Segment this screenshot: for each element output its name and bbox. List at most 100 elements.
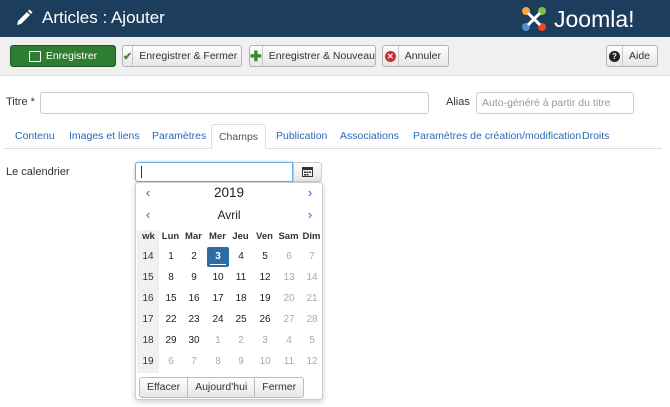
text-caret	[141, 166, 142, 178]
save-label: Enregistrer	[45, 50, 98, 62]
check-icon: ✔	[123, 46, 134, 66]
year-row: ‹ 2019 ›	[136, 183, 322, 203]
alias-input[interactable]: Auto-généré à partir du titre	[476, 92, 634, 114]
tab-droits[interactable]: Droits	[582, 124, 609, 149]
calendar-day[interactable]: 10	[254, 352, 276, 372]
tab-champs[interactable]: Champs	[211, 124, 266, 149]
tab-bar: Contenu Images et liens Paramètres Champ…	[4, 124, 662, 149]
calendar-day[interactable]: 6	[160, 352, 182, 372]
next-month-button[interactable]: ›	[300, 205, 320, 225]
tab-contenu[interactable]: Contenu	[15, 124, 55, 149]
tab-parametres[interactable]: Paramètres	[152, 124, 206, 149]
save-close-label: Enregistrer & Fermer	[139, 50, 238, 62]
day-header: wk	[142, 231, 155, 242]
calendar-day[interactable]: 1	[160, 247, 182, 267]
calendar-day[interactable]: 29	[160, 331, 182, 351]
save-close-button[interactable]: ✔ Enregistrer & Fermer	[122, 45, 242, 67]
question-icon: ?	[608, 50, 620, 62]
tab-publication[interactable]: Publication	[276, 124, 327, 149]
calendar-day[interactable]: 4	[278, 331, 300, 351]
calendar-day[interactable]: 5	[254, 247, 276, 267]
week-number: 16	[142, 293, 154, 304]
calendar-day[interactable]: 9	[183, 268, 205, 288]
calendar-day[interactable]: 25	[230, 310, 252, 330]
calendar-icon	[302, 167, 313, 177]
pencil-icon	[17, 9, 33, 25]
prev-month-button[interactable]: ‹	[138, 205, 158, 225]
calendar-toggle-button[interactable]	[293, 162, 322, 182]
cancel-label: Annuler	[404, 50, 441, 62]
calendar-footer: Effacer Aujourd'hui Fermer	[139, 377, 305, 398]
close-button[interactable]: Fermer	[254, 377, 305, 398]
calendar-day[interactable]: 8	[207, 352, 229, 372]
tab-images-liens[interactable]: Images et liens	[69, 124, 140, 149]
calendar-day[interactable]: 5	[301, 331, 323, 351]
next-year-button[interactable]: ›	[300, 183, 320, 203]
week-number: 15	[142, 272, 154, 283]
cancel-icon: ✕	[384, 50, 396, 62]
calendar-day[interactable]: 4	[230, 247, 252, 267]
plus-icon: ✚	[250, 46, 263, 66]
calendar-day[interactable]: 11	[278, 352, 300, 372]
calendar-day[interactable]: 7	[301, 247, 323, 267]
calendar-day[interactable]: 16	[183, 289, 205, 309]
save-button[interactable]: Enregistrer	[10, 45, 116, 67]
calendar-day[interactable]: 28	[301, 310, 323, 330]
calendar-day[interactable]: 12	[254, 268, 276, 288]
calendar-day[interactable]: 22	[160, 310, 182, 330]
calendar-day[interactable]: 15	[160, 289, 182, 309]
week-number: 14	[142, 251, 154, 262]
day-header: Sam	[278, 231, 299, 242]
calendar-day[interactable]: 3	[207, 247, 229, 267]
calendar-day[interactable]: 24	[207, 310, 229, 330]
today-button[interactable]: Aujourd'hui	[187, 377, 256, 398]
calendar-day[interactable]: 6	[278, 247, 300, 267]
calendar-popup: ‹ 2019 › ‹ Avril › wk Lun Mar Mer Jeu Ven Sam D…	[135, 182, 323, 400]
calendar-day[interactable]: 9	[230, 352, 252, 372]
header-bar: Articles : Ajouter Joomla!	[0, 0, 670, 37]
calendar-field-label: Le calendrier	[6, 166, 70, 178]
calendar-day[interactable]: 17	[207, 289, 229, 309]
week-number: 19	[142, 356, 154, 367]
day-header: Mer	[209, 231, 226, 242]
help-button[interactable]: ? Aide	[606, 45, 658, 67]
calendar-input[interactable]	[135, 162, 293, 182]
joomla-logo-icon	[522, 7, 546, 31]
day-header: Ven	[256, 231, 273, 242]
calendar-day[interactable]: 19	[254, 289, 276, 309]
tab-parametres-creation[interactable]: Paramètres de création/modification	[413, 124, 581, 149]
calendar-day[interactable]: 30	[183, 331, 205, 351]
calendar-day[interactable]: 27	[278, 310, 300, 330]
calendar-day[interactable]: 12	[301, 352, 323, 372]
calendar-day[interactable]: 20	[278, 289, 300, 309]
calendar-day[interactable]: 18	[230, 289, 252, 309]
prev-year-button[interactable]: ‹	[138, 183, 158, 203]
save-icon	[28, 50, 41, 62]
tab-associations[interactable]: Associations	[340, 124, 399, 149]
calendar-day[interactable]: 8	[160, 268, 182, 288]
day-header: Jeu	[232, 231, 249, 242]
alias-label: Alias	[446, 96, 470, 108]
week-number: 17	[142, 314, 154, 325]
title-input[interactable]	[40, 92, 429, 114]
save-new-button[interactable]: ✚ Enregistrer & Nouveau	[249, 45, 376, 67]
calendar-day[interactable]: 3	[254, 331, 276, 351]
calendar-day[interactable]: 13	[278, 268, 300, 288]
calendar-day[interactable]: 21	[301, 289, 323, 309]
calendar-day[interactable]: 2	[183, 247, 205, 267]
calendar-day[interactable]: 7	[183, 352, 205, 372]
cancel-button[interactable]: ✕ Annuler	[382, 45, 449, 67]
calendar-day[interactable]: 23	[183, 310, 205, 330]
day-header: Lun	[161, 231, 180, 242]
calendar-day[interactable]: 14	[301, 268, 323, 288]
month-row: ‹ Avril ›	[136, 205, 322, 225]
calendar-day[interactable]: 26	[254, 310, 276, 330]
calendar-day[interactable]: 1	[207, 331, 229, 351]
calendar-day[interactable]: 11	[230, 268, 252, 288]
help-icon-wrap: ?	[607, 46, 623, 66]
save-new-label: Enregistrer & Nouveau	[268, 50, 375, 62]
clear-button[interactable]: Effacer	[139, 377, 189, 398]
calendar-day[interactable]: 10	[207, 268, 229, 288]
title-label: Titre *	[6, 96, 35, 108]
calendar-day[interactable]: 2	[230, 331, 252, 351]
